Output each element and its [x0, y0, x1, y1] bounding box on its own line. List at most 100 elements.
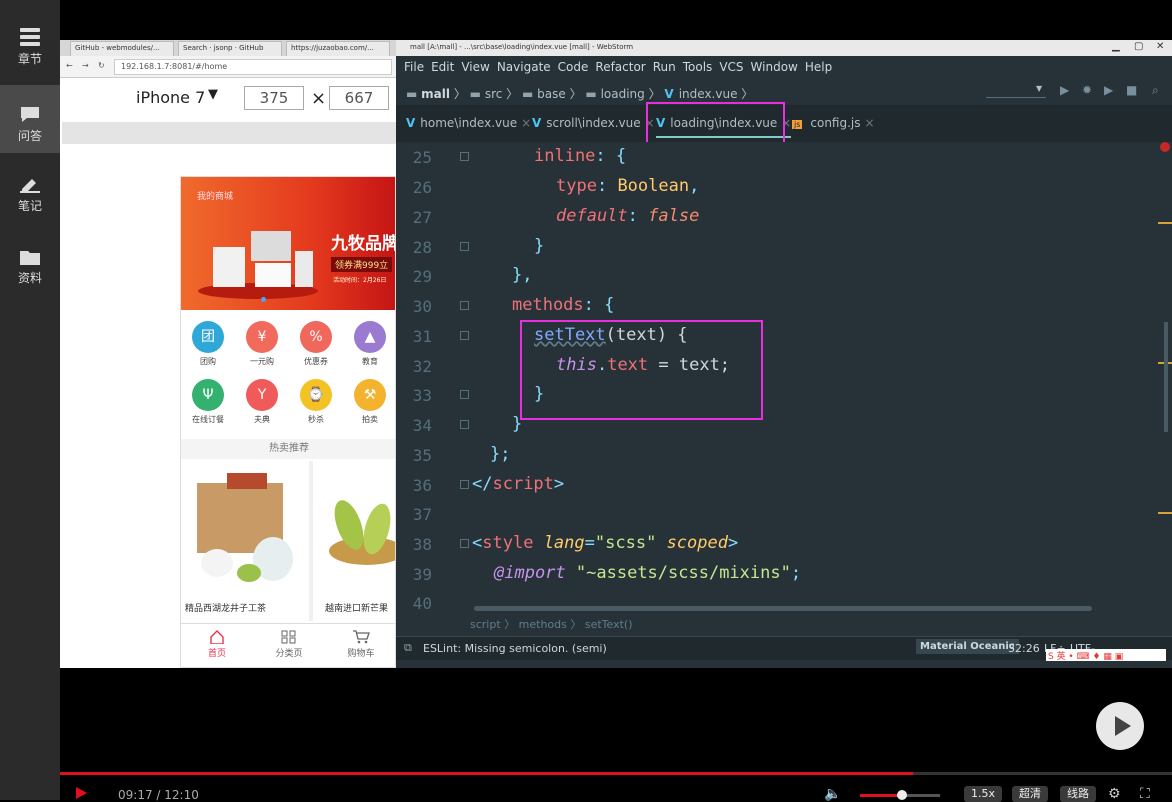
nav-crumb[interactable]: base: [537, 87, 566, 101]
chevron-down-icon[interactable]: ▼: [208, 87, 218, 102]
menu-view[interactable]: View: [461, 56, 489, 78]
product-card[interactable]: 越南进口新芒果: [321, 461, 395, 621]
play-icon[interactable]: [74, 786, 88, 800]
grid-label: 在线订餐: [192, 415, 224, 424]
menu-help[interactable]: Help: [805, 56, 832, 78]
status-message[interactable]: ESLint: Missing semicolon. (semi): [423, 642, 607, 655]
warning-marker[interactable]: [1158, 222, 1172, 224]
code-line-35: };: [490, 444, 511, 464]
code-token: : {: [583, 295, 615, 315]
fold-marker[interactable]: [460, 480, 469, 489]
grid-item[interactable]: ¥ 一元购: [235, 321, 289, 367]
fold-marker[interactable]: [460, 242, 469, 251]
code-crumb[interactable]: script: [470, 618, 501, 631]
volume-handle[interactable]: [897, 790, 907, 800]
tab-cart[interactable]: 购物车: [325, 630, 395, 659]
grid-item[interactable]: ⌚ 秒杀: [289, 379, 343, 425]
theme-badge[interactable]: Material Oceanic: [916, 639, 1019, 654]
fold-marker[interactable]: [460, 331, 469, 340]
code-crumb[interactable]: setText(): [585, 618, 633, 631]
coverage-icon[interactable]: ▶: [1104, 83, 1113, 97]
code-token: : {: [595, 146, 627, 166]
close-icon[interactable]: ✕: [1156, 41, 1164, 52]
menu-code[interactable]: Code: [558, 56, 589, 78]
fold-marker[interactable]: [460, 152, 469, 161]
menu-window[interactable]: Window: [751, 56, 798, 78]
menu-navigate[interactable]: Navigate: [497, 56, 551, 78]
device-select[interactable]: iPhone 7: [136, 88, 205, 107]
tab-label: 首页: [207, 649, 226, 659]
browser-tab[interactable]: Search · jsonp · GitHub: [178, 41, 282, 56]
volume-slider[interactable]: [860, 790, 940, 800]
run-config-select[interactable]: ▼: [986, 84, 1046, 98]
back-icon[interactable]: ←: [66, 61, 73, 70]
video-progress-bar[interactable]: [60, 772, 1172, 775]
grid-icon: ⌚: [300, 379, 332, 411]
run-icon[interactable]: ▶: [1060, 83, 1069, 97]
vertical-scrollbar[interactable]: [1164, 322, 1168, 432]
line-number: 29: [412, 267, 432, 286]
grid-label: 夫典: [254, 415, 270, 424]
url-input[interactable]: 192.168.1.7:8081/#/home: [114, 59, 392, 75]
fold-marker[interactable]: [460, 420, 469, 429]
promo-banner[interactable]: 我的商城 九牧品牌 领券满999立 活动时间：2月26日: [181, 177, 395, 310]
close-icon[interactable]: ×: [865, 116, 875, 130]
tool-windows-icon[interactable]: ⧉: [404, 641, 412, 655]
grid-item[interactable]: ▲ 教育: [343, 321, 395, 367]
code-editor[interactable]: 25 26 27 28 29 30 31 32 33 34 35 36 37 3…: [396, 142, 1172, 622]
stop-icon[interactable]: ■: [1126, 83, 1137, 97]
video-progress-fill: [60, 772, 913, 775]
carousel-dot[interactable]: [261, 297, 266, 302]
warning-marker[interactable]: [1158, 512, 1172, 514]
cursor-position[interactable]: 32:26: [1008, 642, 1040, 655]
device-height-input[interactable]: 667: [329, 86, 389, 110]
product-card[interactable]: 精品西湖龙井子工茶: [181, 461, 313, 621]
fold-marker[interactable]: [460, 301, 469, 310]
code-token: </: [472, 474, 493, 494]
error-indicator-icon[interactable]: [1160, 142, 1170, 152]
code-crumb[interactable]: methods: [519, 618, 567, 631]
browser-tab[interactable]: https://juzaobao.com/...: [286, 41, 390, 56]
nav-crumb[interactable]: index.vue: [679, 87, 738, 101]
horizontal-scrollbar[interactable]: [474, 606, 1092, 611]
menu-run[interactable]: Run: [653, 56, 676, 78]
nav-crumb[interactable]: loading: [601, 87, 645, 101]
tab-category[interactable]: 分类页: [253, 630, 325, 659]
nav-crumb[interactable]: mall: [421, 87, 450, 101]
device-width-input[interactable]: 375: [244, 86, 304, 110]
grid-item[interactable]: 团团购: [181, 321, 235, 367]
menu-file[interactable]: File: [404, 56, 424, 78]
debug-icon[interactable]: ✹: [1082, 83, 1092, 97]
tab-config-js[interactable]: js config.js ×: [792, 116, 875, 130]
grid-item[interactable]: ⚒ 拍卖: [343, 379, 395, 425]
sidebar-item-chapters[interactable]: 章节: [0, 0, 60, 68]
sidebar-item-notes[interactable]: 笔记: [0, 155, 60, 223]
grid-item[interactable]: Ψ 在线订餐: [181, 379, 235, 425]
menu-edit[interactable]: Edit: [431, 56, 454, 78]
fold-marker[interactable]: [460, 539, 469, 548]
grid-icon: ¥: [246, 321, 278, 353]
menu-refactor[interactable]: Refactor: [595, 56, 645, 78]
nav-crumb[interactable]: src: [485, 87, 503, 101]
tab-home-index[interactable]: Vhome\index.vue ×: [406, 116, 531, 130]
tab-scroll-index[interactable]: Vscroll\index.vue ×: [532, 116, 655, 130]
minimize-icon[interactable]: ▁: [1112, 41, 1120, 52]
maximize-icon[interactable]: ▢: [1134, 41, 1143, 52]
grid-icon: Y: [246, 379, 278, 411]
browser-tab[interactable]: GitHub - webmodules/...: [70, 41, 174, 56]
tab-home[interactable]: 首页: [181, 630, 253, 659]
big-play-button[interactable]: [1096, 702, 1144, 750]
fold-marker[interactable]: [460, 390, 469, 399]
menu-tools[interactable]: Tools: [683, 56, 713, 78]
grid-item[interactable]: Y 夫典: [235, 379, 289, 425]
sidebar-item-qa[interactable]: 问答: [0, 85, 60, 153]
grid-item[interactable]: % 优惠券: [289, 321, 343, 367]
app-logo: 我的商城: [197, 192, 234, 202]
menu-vcs[interactable]: VCS: [719, 56, 743, 78]
ime-toolbar[interactable]: S 英 • ⌨ ♦ ▦ ▣: [1046, 649, 1166, 662]
reload-icon[interactable]: ↻: [98, 61, 105, 70]
search-icon[interactable]: ⌕: [1152, 83, 1159, 98]
sidebar-item-materials[interactable]: 资料: [0, 225, 60, 293]
forward-icon[interactable]: →: [82, 61, 89, 70]
close-icon[interactable]: ×: [521, 116, 531, 130]
